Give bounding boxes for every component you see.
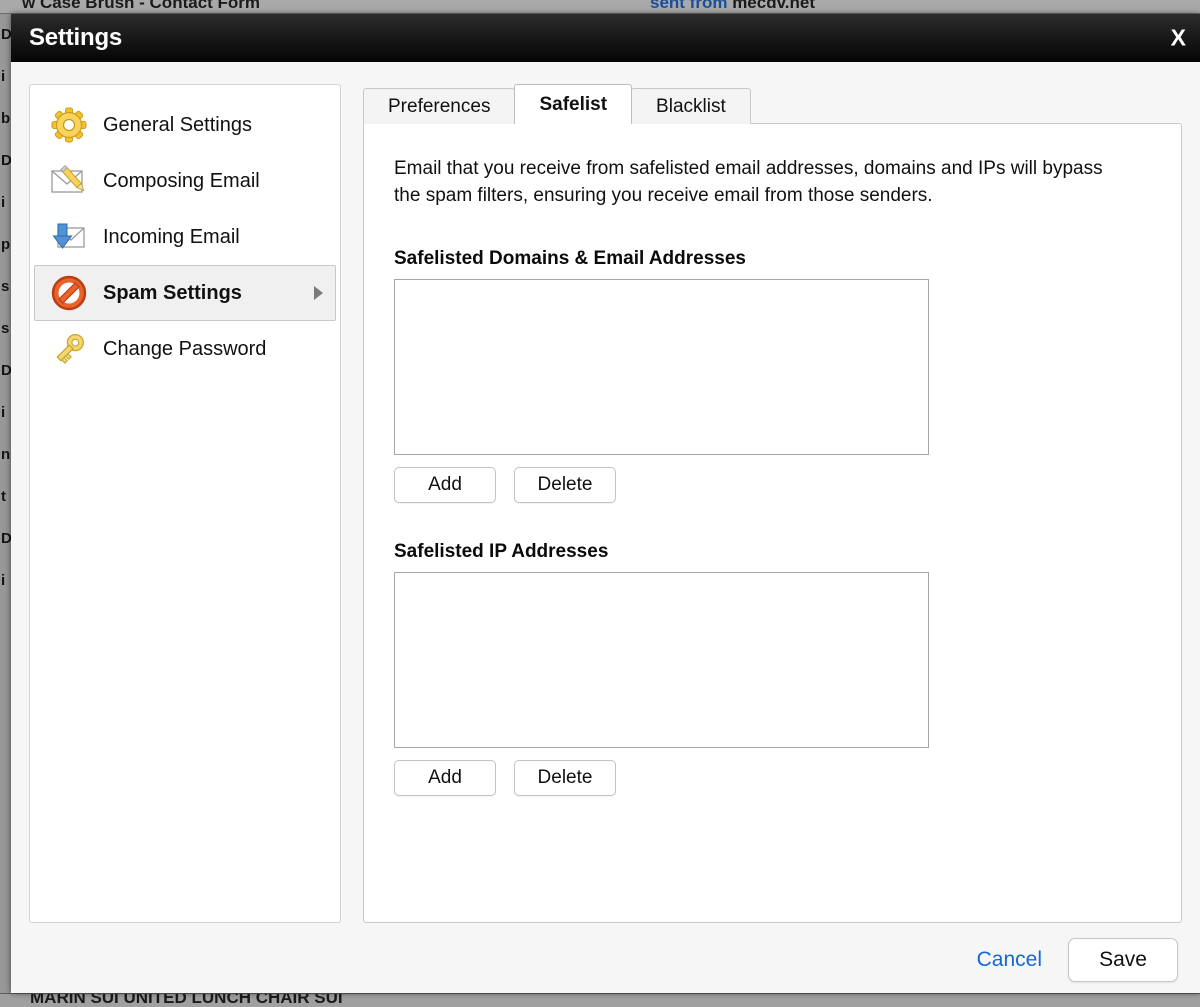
background-topbar-right-text: sent from mecdv.net — [650, 0, 815, 13]
safelist-panel: Email that you receive from safelisted e… — [363, 123, 1182, 923]
tab-safelist[interactable]: Safelist — [514, 84, 633, 124]
no-entry-icon — [49, 273, 89, 313]
safelisted-ips-heading: Safelisted IP Addresses — [394, 540, 609, 562]
modal-body: General Settings Composing Email Incomin… — [11, 62, 1200, 923]
sidebar-item-label: Composing Email — [103, 169, 260, 192]
safelisted-domains-heading: Safelisted Domains & Email Addresses — [394, 247, 746, 269]
sidebar-item-incoming-email[interactable]: Incoming Email — [34, 209, 336, 265]
key-icon — [49, 329, 89, 369]
add-domain-button[interactable]: Add — [394, 466, 496, 503]
sidebar-item-spam-settings[interactable]: Spam Settings — [34, 265, 336, 321]
safelisted-ips-listbox[interactable] — [394, 571, 929, 748]
tab-label: Blacklist — [656, 95, 726, 117]
sidebar-item-composing-email[interactable]: Composing Email — [34, 153, 336, 209]
tab-label: Safelist — [539, 93, 608, 115]
tab-preferences[interactable]: Preferences — [363, 88, 516, 124]
sidebar-item-label: Incoming Email — [103, 225, 240, 248]
safelisted-domains-listbox[interactable] — [394, 278, 929, 455]
background-topbar: w Case Brush - Contact Form sent from me… — [0, 0, 1200, 14]
settings-sidebar: General Settings Composing Email Incomin… — [29, 84, 341, 923]
sidebar-item-general-settings[interactable]: General Settings — [34, 97, 336, 153]
delete-ip-button[interactable]: Delete — [514, 759, 616, 796]
sidebar-item-change-password[interactable]: Change Password — [34, 321, 336, 377]
modal-header: Settings X — [11, 14, 1200, 62]
background-domain-text: mecdv.net — [727, 0, 816, 12]
sidebar-item-label: General Settings — [103, 113, 252, 136]
save-button[interactable]: Save — [1068, 938, 1178, 982]
background-topbar-left-text: w Case Brush - Contact Form — [22, 0, 261, 12]
panel-description: Email that you receive from safelisted e… — [394, 158, 1103, 206]
envelope-pencil-icon — [49, 161, 89, 201]
tab-bar: Preferences Safelist Blacklist — [363, 84, 1182, 124]
gear-icon — [49, 105, 89, 145]
safelisted-domains-buttons: Add Delete — [394, 466, 1151, 503]
background-sent-from-link: sent from — [650, 0, 728, 12]
cancel-button[interactable]: Cancel — [977, 948, 1042, 972]
page-title: Settings — [29, 24, 123, 51]
safelisted-ips-buttons: Add Delete — [394, 759, 1151, 796]
settings-modal: Settings X General Settings Composing Em… — [11, 14, 1200, 993]
envelope-download-icon — [49, 217, 89, 257]
sidebar-item-label: Spam Settings — [103, 281, 242, 304]
add-ip-button[interactable]: Add — [394, 759, 496, 796]
tab-label: Preferences — [388, 95, 491, 117]
tab-blacklist[interactable]: Blacklist — [631, 88, 751, 124]
chevron-right-icon — [314, 286, 323, 300]
modal-footer: Cancel Save — [11, 923, 1200, 997]
delete-domain-button[interactable]: Delete — [514, 466, 616, 503]
close-icon[interactable]: X — [1171, 26, 1186, 50]
sidebar-item-label: Change Password — [103, 337, 267, 360]
settings-content: Preferences Safelist Blacklist Email tha… — [363, 84, 1182, 923]
